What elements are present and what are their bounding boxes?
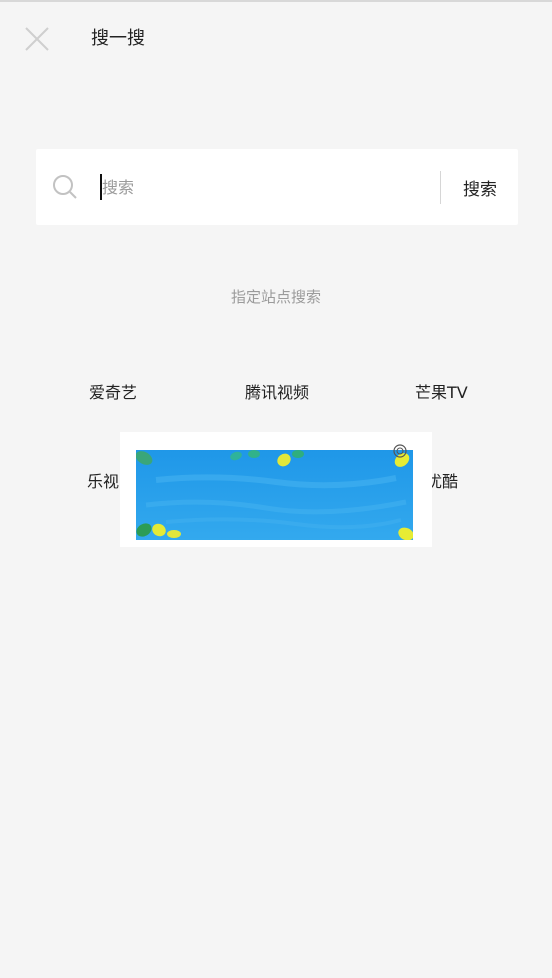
site-letv[interactable]: 乐视	[87, 471, 119, 493]
search-input[interactable]	[100, 171, 422, 203]
search-divider	[440, 171, 441, 204]
search-icon	[53, 175, 77, 199]
status-bar-divider	[0, 0, 552, 2]
ad-mark-icon	[393, 444, 407, 458]
site-search-label: 指定站点搜索	[230, 288, 321, 306]
site-mango-tv[interactable]: 芒果TV	[415, 382, 468, 404]
site-tencent-video[interactable]: 腾讯视频	[245, 382, 309, 404]
site-iqiyi[interactable]: 爱奇艺	[89, 382, 137, 404]
text-cursor	[100, 174, 102, 200]
close-button[interactable]	[22, 24, 52, 54]
ad-image	[136, 450, 413, 540]
search-bar: 搜索	[36, 149, 518, 225]
search-button[interactable]: 搜索	[442, 149, 518, 225]
close-icon	[25, 27, 49, 51]
page-title: 搜一搜	[91, 28, 145, 49]
ad-banner[interactable]	[120, 432, 432, 547]
